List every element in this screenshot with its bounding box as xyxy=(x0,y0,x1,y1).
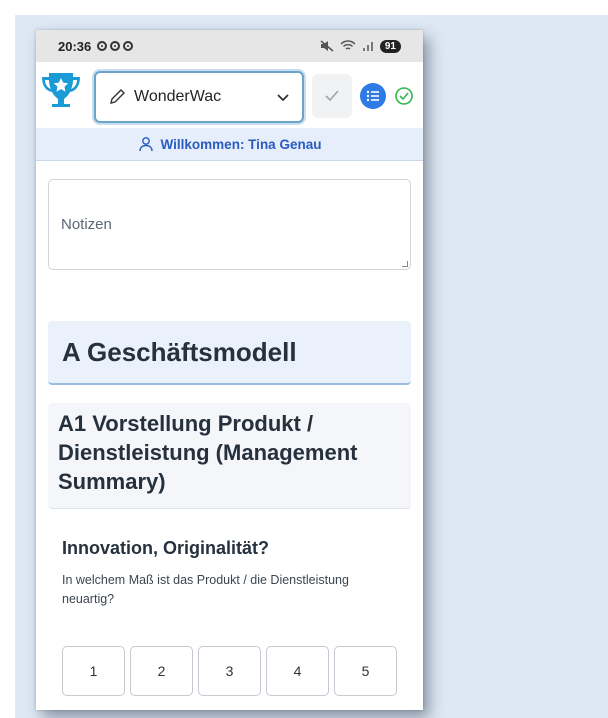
confirm-button[interactable] xyxy=(312,74,352,118)
user-icon xyxy=(138,137,153,152)
rating-button-1[interactable]: 1 xyxy=(62,646,125,696)
signal-icon xyxy=(362,42,373,51)
chevron-down-icon xyxy=(277,94,289,102)
notification-icon xyxy=(110,41,121,51)
phone-screen: 20:36 91 WonderWac Willkommen: Tina Gena… xyxy=(36,30,423,710)
check-circle-icon xyxy=(395,87,413,105)
rating-button-3[interactable]: 3 xyxy=(198,646,261,696)
question-description: In welchem Maß ist das Produkt / die Die… xyxy=(62,573,349,606)
rating-buttons: 1 2 3 4 5 xyxy=(62,646,397,696)
wifi-icon xyxy=(340,40,356,50)
check-icon xyxy=(325,90,339,102)
list-menu-button[interactable] xyxy=(360,83,386,109)
mute-icon xyxy=(320,40,334,52)
welcome-text: Willkommen: Tina Genau xyxy=(160,136,322,152)
project-selector[interactable]: WonderWac xyxy=(94,71,304,123)
notes-textarea[interactable]: Notizen xyxy=(48,179,411,270)
notes-placeholder: Notizen xyxy=(61,216,112,233)
trophy-icon[interactable] xyxy=(40,70,82,114)
pencil-icon xyxy=(110,89,125,104)
list-icon xyxy=(366,90,379,102)
section-title: A Geschäftsmodell xyxy=(48,321,411,385)
notification-icon xyxy=(123,41,134,51)
rating-button-5[interactable]: 5 xyxy=(334,646,397,696)
rating-button-2[interactable]: 2 xyxy=(130,646,193,696)
project-name: WonderWac xyxy=(134,88,222,105)
status-time: 20:36 xyxy=(58,38,92,54)
rating-button-4[interactable]: 4 xyxy=(266,646,329,696)
welcome-banner: Willkommen: Tina Genau xyxy=(36,128,423,161)
status-indicators: 91 xyxy=(320,39,401,53)
battery-indicator: 91 xyxy=(379,39,401,53)
notification-icon xyxy=(97,41,108,51)
app-header: WonderWac xyxy=(36,62,423,128)
question-title: Innovation, Originalität? xyxy=(62,538,269,558)
status-bar: 20:36 91 xyxy=(36,30,423,62)
subsection-title: A1 Vorstellung Produkt / Dienstleistung … xyxy=(48,403,411,509)
resize-handle[interactable] xyxy=(402,261,408,267)
